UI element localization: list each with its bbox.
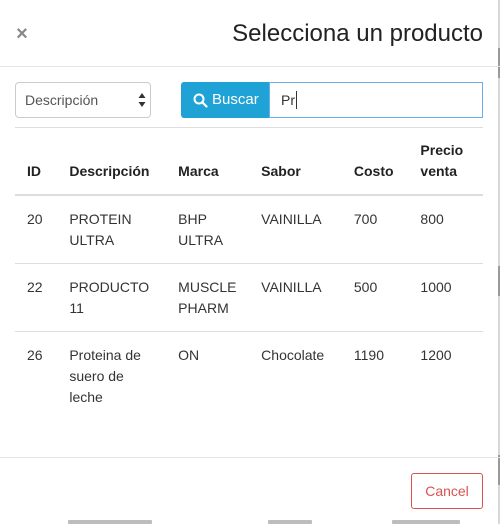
search-field-select[interactable]: Descripción [15,82,151,118]
table-header-row: ID Descripción Marca Sabor Costo Precio … [15,127,483,196]
cell-descripcion: Proteina de suero de leche [69,347,141,405]
header-id: ID [15,127,58,196]
cell-sabor: VAINILLA [249,195,342,264]
search-button[interactable]: Buscar [181,82,269,118]
cell-descripcion: PROTEIN ULTRA [57,195,167,264]
cell-costo: 1190 [353,347,384,363]
background-page-text [68,517,152,524]
cell-precio-venta: 800 [408,195,483,264]
header-descripcion: Descripción [57,127,167,196]
cell-sabor: VAINILLA [249,263,342,332]
cell-precio-venta: 1000 [408,263,483,332]
cell-descripcion: PRODUCTO 11 [57,263,167,332]
cell-costo: 700 [341,195,409,264]
products-table: ID Descripción Marca Sabor Costo Precio … [15,127,483,420]
search-input[interactable] [269,82,483,118]
search-field-select-value: Descripción [25,92,99,108]
table-row[interactable]: 20 PROTEIN ULTRA BHP ULTRA VAINILLA 700 … [15,195,483,264]
cell-costo: 500 [341,263,409,332]
cell-precio-venta: 1200 [420,347,452,363]
cell-marca: ON [178,347,200,363]
text-caret [296,91,297,109]
select-arrows-icon [138,93,146,107]
background-page-text [268,517,312,524]
header-marca: Marca [166,127,250,196]
header-sabor: Sabor [249,127,342,196]
close-icon[interactable]: × [14,24,30,44]
search-button-label: Buscar [212,91,259,108]
table-row[interactable]: 26 Proteina de suero de leche ON Chocola… [15,332,483,421]
cell-sabor: Chocolate [261,347,325,363]
background-page-text [392,517,460,524]
cell-marca: BHP ULTRA [166,195,250,264]
cancel-button[interactable]: Cancel [411,473,483,509]
cell-id: 26 [27,347,43,363]
header-costo: Costo [341,127,409,196]
modal-header: × Selecciona un producto [0,0,500,67]
cell-id: 20 [15,195,58,264]
table-row[interactable]: 22 PRODUCTO 11 MUSCLE PHARM VAINILLA 500… [15,263,483,332]
modal-title: Selecciona un producto [232,20,483,47]
cell-id: 22 [15,263,58,332]
cell-marca: MUSCLE PHARM [166,263,250,332]
search-icon [193,93,208,108]
header-precio-venta: Precio venta [408,127,483,196]
